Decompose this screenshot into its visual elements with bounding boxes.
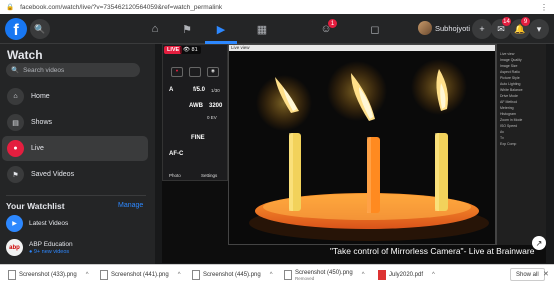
chevron-up-icon[interactable]: ^ xyxy=(178,272,181,278)
sidebar-item-home[interactable]: ⌂ Home xyxy=(2,84,148,109)
address-bar[interactable]: 🔒 facebook.com/watch/live/?v=73546212056… xyxy=(0,0,554,14)
download-name: Screenshot (445).png xyxy=(203,272,261,278)
sidebar-item-live[interactable]: ● Live xyxy=(2,136,148,161)
sidebar-item-label: Saved Videos xyxy=(31,171,75,178)
live-icon: ● xyxy=(7,140,24,157)
camera-control-panel: ● ◉ A f/5.0 1/30 AWB 3200 0 EV FINE AF-C… xyxy=(162,44,228,181)
settings-row[interactable]: Exp Comp xyxy=(497,142,546,148)
watchlist-item-label: Latest Videos xyxy=(29,220,69,227)
new-videos-count: ● 9+ new videos xyxy=(29,248,70,255)
account-menu-button[interactable]: ▾ xyxy=(529,19,549,39)
sidebar-item-label: Live xyxy=(31,145,44,152)
zoom-icon xyxy=(189,67,201,77)
file-icon xyxy=(100,270,108,280)
chevron-up-icon[interactable]: ^ xyxy=(270,272,273,278)
pdf-icon xyxy=(378,270,386,280)
groups-badge: 1 xyxy=(328,19,337,28)
download-item[interactable]: Screenshot (433).png ^ xyxy=(8,268,89,282)
download-name: Screenshot (441).png xyxy=(111,272,169,278)
download-name: Screenshot (450).png xyxy=(295,269,353,276)
shows-icon: ▤ xyxy=(7,114,24,131)
quality-value: FINE xyxy=(191,135,205,141)
aperture-value: f/5.0 xyxy=(193,87,206,93)
chevron-up-icon[interactable]: ^ xyxy=(362,272,365,278)
download-name: Screenshot (433).png xyxy=(19,272,77,278)
watchlist-item-label: ABP Education xyxy=(29,240,73,248)
home-icon: ⌂ xyxy=(7,88,24,105)
close-icon[interactable]: ✕ xyxy=(543,270,549,278)
facebook-logo[interactable]: f xyxy=(5,18,27,40)
watch-sidebar: Watch 🔍 Search videos ⌂ Home ▤ Shows ● L… xyxy=(0,44,155,264)
play-icon: ▶ xyxy=(6,215,23,232)
avatar xyxy=(418,21,432,35)
top-navigation: f 🔍 ⌂ ⚑ ▶ ▦ ☺ 1 ◻ Subhojyoti + ✉ 14 🔔 9 … xyxy=(0,14,554,44)
watchlist-item-abp-education[interactable]: abp ABP Education ● 9+ new videos xyxy=(6,239,73,256)
home-icon[interactable]: ⌂ xyxy=(146,20,164,38)
watchlist-item-latest-videos[interactable]: ▶ Latest Videos xyxy=(6,215,68,232)
viewer-count: 👁 81 xyxy=(180,46,201,54)
downloads-bar: Screenshot (433).png ^ Screenshot (441).… xyxy=(0,264,554,284)
marketplace-icon[interactable]: ▦ xyxy=(253,20,271,38)
bookmark-icon: ⚑ xyxy=(7,166,24,183)
white-balance-value: AWB xyxy=(189,103,203,109)
chevron-up-icon[interactable]: ^ xyxy=(86,272,89,278)
download-item[interactable]: Screenshot (450).png Removed ^ xyxy=(284,268,365,282)
watchlist-title: Your Watchlist xyxy=(6,201,65,211)
live-view-window: Live view xyxy=(228,44,496,245)
ev-value: 0 EV xyxy=(207,115,217,120)
shutter-value: 1/30 xyxy=(211,88,220,93)
photo-tab[interactable]: Photo xyxy=(169,173,181,178)
profile-link[interactable]: Subhojyoti xyxy=(418,21,470,35)
download-item[interactable]: July2020.pdf ^ xyxy=(378,268,435,282)
search-placeholder: Search videos xyxy=(23,66,65,74)
sidebar-item-shows[interactable]: ▤ Shows xyxy=(2,110,148,135)
search-icon[interactable]: 🔍 xyxy=(30,19,50,39)
candles-scene xyxy=(229,51,495,244)
share-icon[interactable]: ↗ xyxy=(532,236,546,250)
chevron-up-icon[interactable]: ^ xyxy=(432,272,435,278)
file-icon xyxy=(284,270,292,280)
gaming-icon[interactable]: ◻ xyxy=(366,20,384,38)
page-title: Watch xyxy=(7,48,43,62)
create-button[interactable]: + xyxy=(472,19,492,39)
url-text[interactable]: facebook.com/watch/live/?v=7354621205640… xyxy=(20,4,534,11)
camera-settings-list: Live view Image Quality Image Size Aspect R… xyxy=(496,44,546,245)
camera-icon: ◉ xyxy=(207,67,219,77)
sidebar-item-label: Shows xyxy=(31,119,53,126)
download-item[interactable]: Screenshot (441).png ^ xyxy=(100,268,181,282)
download-name: July2020.pdf xyxy=(389,272,424,278)
user-name: Subhojyoti xyxy=(435,23,471,33)
show-all-button[interactable]: Show all xyxy=(510,268,545,281)
watchlist-manage-link[interactable]: Manage xyxy=(118,202,143,209)
abp-logo-icon: abp xyxy=(6,239,23,256)
lock-icon: 🔒 xyxy=(6,4,15,11)
sidebar-item-label: Home xyxy=(31,93,50,100)
record-icon: ● xyxy=(171,67,183,77)
divider xyxy=(6,195,146,196)
af-mode-value: AF-C xyxy=(169,151,184,157)
sidebar-item-saved-videos[interactable]: ⚑ Saved Videos xyxy=(2,162,148,187)
browser-menu-icon[interactable]: ⋮ xyxy=(540,3,548,12)
search-icon: 🔍 xyxy=(11,67,20,74)
download-status: Removed xyxy=(295,275,315,281)
settings-tab[interactable]: Settings xyxy=(201,173,217,178)
watch-icon[interactable]: ▶ xyxy=(212,20,230,38)
mode-label: A xyxy=(169,87,174,93)
kelvin-value: 3200 xyxy=(209,103,223,109)
download-item[interactable]: Screenshot (445).png ^ xyxy=(192,268,273,282)
file-icon xyxy=(192,270,200,280)
file-icon xyxy=(8,270,16,280)
search-input[interactable]: 🔍 Search videos xyxy=(6,63,140,77)
pages-icon[interactable]: ⚑ xyxy=(178,20,196,38)
video-caption: "Take control of Mirrorless Camera"- Liv… xyxy=(330,246,535,256)
